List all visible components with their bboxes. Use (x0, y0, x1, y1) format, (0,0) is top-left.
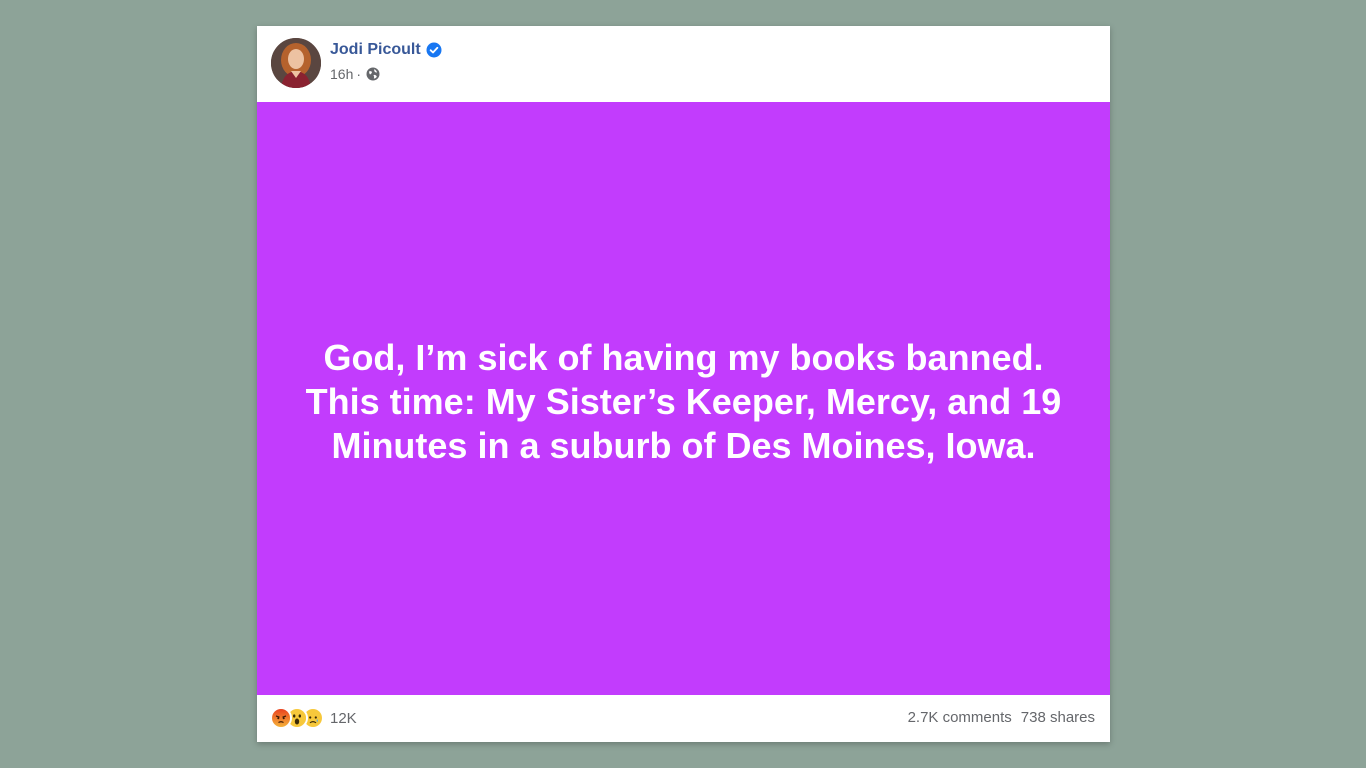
post-footer: 12K 2.7K comments 738 shares (257, 695, 1110, 742)
angry-icon (270, 707, 292, 729)
post-header: Jodi Picoult 16h · (257, 26, 1110, 102)
reaction-count: 12K (330, 709, 357, 727)
post-text-background: God, I’m sick of having my books banned.… (257, 102, 1110, 695)
avatar-portrait (271, 38, 321, 88)
author-name-link[interactable]: Jodi Picoult (330, 41, 421, 59)
meta-separator: · (356, 66, 362, 82)
globe-icon[interactable] (366, 67, 380, 81)
comments-count-link[interactable]: 2.7K comments (908, 709, 1012, 726)
post-timestamp-link[interactable]: 16h (330, 66, 353, 82)
engagement-stats: 2.7K comments 738 shares (908, 709, 1095, 726)
post-status-text: God, I’m sick of having my books banned.… (305, 336, 1062, 466)
facebook-post-card: Jodi Picoult 16h · God, I’m sick of havi… (257, 26, 1110, 742)
reactions-summary[interactable]: 12K (270, 707, 357, 729)
author-avatar[interactable] (271, 38, 321, 88)
verified-badge-icon (426, 42, 442, 58)
shares-count-link[interactable]: 738 shares (1021, 709, 1095, 726)
post-meta: 16h · (330, 66, 380, 82)
author-line: Jodi Picoult (330, 41, 442, 59)
